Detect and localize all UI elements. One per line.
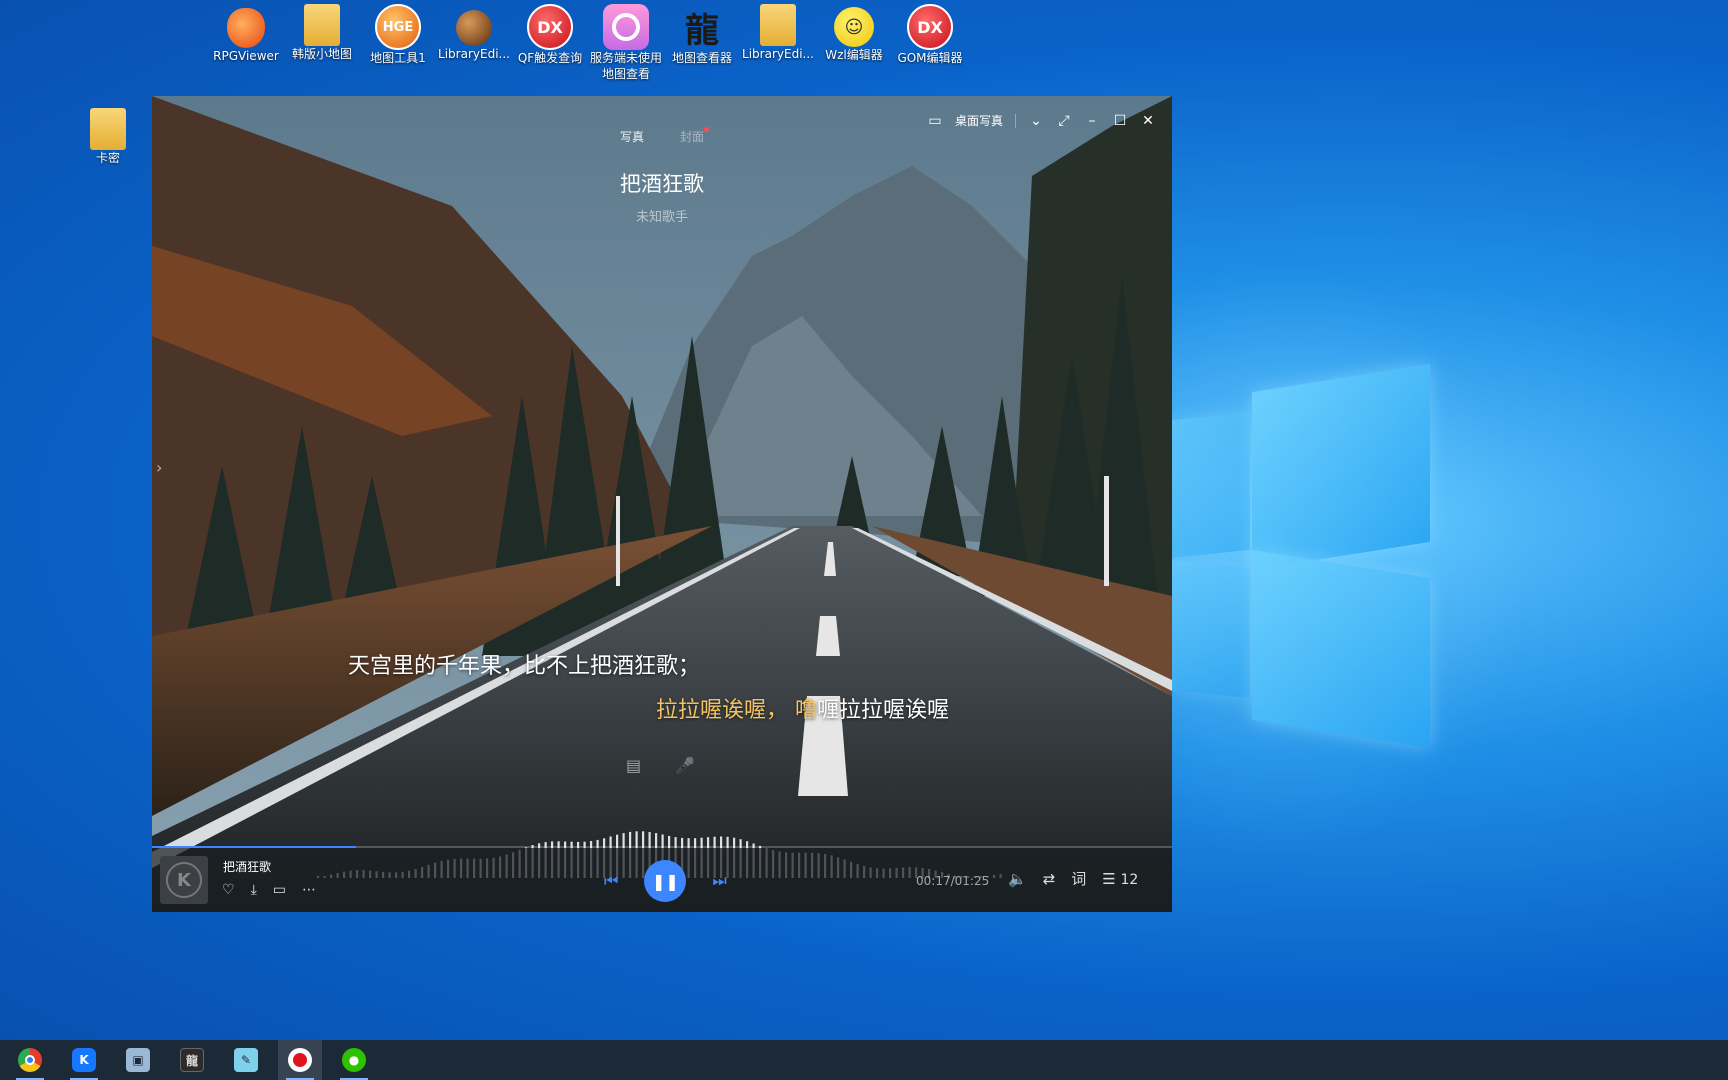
desktop-icon-label: 地图工具1 [370,51,426,65]
lyric-remaining-part: 喱拉拉喔诶喔 [817,698,950,723]
chevron-down-icon[interactable]: ⌄ [1028,113,1044,129]
maximize-icon[interactable]: ☐ [1112,113,1128,129]
taskbar-chrome[interactable] [8,1040,52,1080]
volume-icon[interactable]: 🔈 [1008,870,1027,888]
time-display: 00:17/01:25 [916,874,990,888]
repeat-icon[interactable]: ⇄ [1043,870,1056,888]
playlist-button[interactable]: ☰ 12 [1102,870,1138,888]
transport-controls: ⏮ ❚❚ ⏭ [604,860,727,902]
desktop-icon-label: 地图查看器 [671,51,732,65]
desktop-icon-label: 服务端未使用 地图查看 [589,51,662,81]
windows-logo [1110,260,1530,860]
taskbar-remote-desktop[interactable]: ▣ [116,1040,160,1080]
desktop-icons-row: RPGViewer 韩版小地图 HGE 地图工具1 LibraryEdi... … [208,4,968,82]
desktop-icon-wzl-editor[interactable]: ☺ Wzl编辑器 [816,4,892,82]
close-icon[interactable]: ✕ [1140,113,1156,129]
track-actions: ♡ ⤓ ▭ ⋯ [222,882,316,898]
hge-icon: HGE [375,4,421,50]
globe-shortcut-icon [456,10,492,46]
player-options: 🔈 ⇄ 词 ☰ 12 [1008,868,1138,889]
playlist-icon: ☰ [1102,869,1116,888]
artist-name: 未知歌手 [635,210,688,225]
taskbar-kugou[interactable]: K [62,1040,106,1080]
now-playing-title[interactable]: 把酒狂歌 [223,858,271,875]
folder-icon [304,4,340,46]
fullscreen-icon[interactable]: ⤢ [1056,113,1072,129]
next-icon[interactable]: ⏭ [712,871,726,891]
microphone-icon[interactable]: 🎤 [675,756,695,775]
side-panel-arrow-icon[interactable]: › [156,458,162,477]
desktop-icon-label: 韩版小地图 [291,47,352,61]
desktop-icon-qf-query[interactable]: DX QF触发查询 [512,4,588,82]
folder-icon [90,108,126,150]
taskbar-game[interactable]: 龍 [170,1040,214,1080]
tab-photo[interactable]: 写真 [620,128,644,145]
kugou-icon: K [72,1048,96,1072]
desktop-icon-rpgviewer[interactable]: RPGViewer [208,4,284,82]
monitor-icon: ▭ [928,112,942,129]
wechat-icon: ● [342,1048,366,1072]
playback-bar: K 把酒狂歌 ♡ ⤓ ▭ ⋯ ⏮ ❚❚ ⏭ 00:17/01:25 🔈 ⇄ 词 … [152,848,1172,912]
desktop-icon-label: LibraryEdi... [742,47,814,61]
taskbar: K ▣ 龍 ✎ ● [0,1040,1728,1080]
window-controls: ▭ 桌面写真 ⌄ ⤢ – ☐ ✕ [927,112,1156,129]
desktop-photo-button[interactable]: 桌面写真 [955,112,1003,129]
desktop-icon-minimap[interactable]: 韩版小地图 [284,4,360,82]
taskbar-recorder[interactable] [278,1040,322,1080]
heart-icon[interactable]: ♡ [222,882,235,898]
desktop-icon-kami[interactable]: 卡密 [70,108,146,166]
desktop-icon-map-tool[interactable]: HGE 地图工具1 [360,4,436,82]
lyrics-button[interactable]: 词 [1071,868,1086,889]
desktop-icon-label: QF触发查询 [517,51,583,65]
dragon-icon: 龍 [685,10,719,51]
desktop-icon-label: Wzl编辑器 [825,48,883,62]
view-tabs: 写真 封面 [152,127,1172,145]
chrome-icon [18,1048,42,1072]
game-icon: 龍 [180,1048,204,1072]
tab-cover[interactable]: 封面 [680,127,710,145]
dx-icon: DX [527,4,573,50]
desktop-icon-label: GOM编辑器 [897,51,963,65]
desktop-icon-label: 卡密 [95,151,120,165]
music-player-window: › 写真 封面 把酒狂歌 未知歌手 ▭ 桌面写真 ⌄ ⤢ – ☐ ✕ 天宫里的千… [152,96,1172,912]
film-icon[interactable]: ▤ [626,756,641,775]
smiley-icon: ☺ [834,7,874,47]
desktop-icon-libraryeditor[interactable]: LibraryEdi... [436,4,512,82]
comment-icon[interactable]: ▭ [273,882,286,898]
minimize-icon[interactable]: – [1084,113,1100,129]
taskbar-wechat[interactable]: ● [332,1040,376,1080]
previous-icon[interactable]: ⏮ [604,871,618,891]
lyric-sung-part: 拉拉喔诶喔， 噜 [656,698,817,723]
desktop-icon-label: RPGViewer [213,49,279,63]
album-cover[interactable]: K [160,856,208,904]
record-icon [288,1048,312,1072]
song-title: 把酒狂歌 [620,172,704,196]
lyric-line-current: 天宫里的千年果，比不上把酒狂歌； [348,654,701,679]
desktop-icon-label: LibraryEdi... [438,47,510,61]
remote-desktop-icon: ▣ [126,1048,150,1072]
notepad-icon: ✎ [234,1048,258,1072]
queue-count: 12 [1120,871,1139,888]
ring-icon [603,4,649,50]
taskbar-notepad[interactable]: ✎ [224,1040,268,1080]
download-icon[interactable]: ⤓ [251,882,257,898]
more-icon[interactable]: ⋯ [302,882,316,898]
dx-icon: DX [907,4,953,50]
folder-icon [760,4,796,46]
lyric-line-next: 拉拉喔诶喔， 噜喱拉拉喔诶喔 [656,692,949,724]
pause-button[interactable]: ❚❚ [644,860,687,902]
lyric-tools: ▤ 🎤 [626,756,695,775]
desktop-icon-unused-map-viewer[interactable]: 服务端未使用 地图查看 [588,4,664,82]
desktop-icon-map-viewer[interactable]: 龍 地图查看器 [664,4,740,82]
desktop-icon-gom-editor[interactable]: DX GOM编辑器 [892,4,968,82]
desktop-icon-libraryeditor-folder[interactable]: LibraryEdi... [740,4,816,82]
kugou-logo-icon: K [166,862,202,898]
apple-icon [227,8,265,48]
